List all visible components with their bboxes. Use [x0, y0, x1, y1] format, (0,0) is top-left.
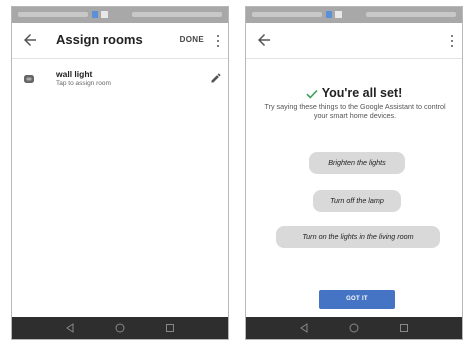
- status-bar-carrier: [252, 12, 322, 17]
- pencil-edit-icon[interactable]: [210, 72, 222, 84]
- notification-icon: [335, 11, 342, 18]
- notification-icon: [101, 11, 108, 18]
- arrow-left-icon[interactable]: [255, 31, 273, 49]
- device-subtitle: Tap to assign room: [56, 80, 111, 87]
- nav-home-icon[interactable]: [114, 322, 126, 334]
- light-device-icon: [24, 75, 34, 83]
- device-name: wall light: [56, 69, 93, 79]
- nav-recent-icon[interactable]: [164, 322, 176, 334]
- page: Assign rooms DONE wall light Tap to assi…: [0, 0, 474, 342]
- done-button[interactable]: DONE: [180, 35, 204, 44]
- nav-back-icon[interactable]: [298, 322, 310, 334]
- status-bar-system-icons: [366, 12, 456, 17]
- app-bar: [246, 23, 462, 59]
- nav-back-icon[interactable]: [64, 322, 76, 334]
- navigation-bar: [12, 317, 228, 339]
- got-it-button[interactable]: GOT IT: [319, 290, 395, 309]
- notification-icon: [92, 11, 98, 18]
- success-description: Try saying these things to the Google As…: [264, 102, 446, 120]
- app-bar: Assign rooms DONE: [12, 23, 228, 59]
- arrow-left-icon[interactable]: [21, 31, 39, 49]
- more-vert-icon[interactable]: [446, 32, 458, 50]
- page-title: Assign rooms: [56, 32, 143, 47]
- assign-rooms-screen: Assign rooms DONE wall light Tap to assi…: [11, 6, 229, 340]
- nav-recent-icon[interactable]: [398, 322, 410, 334]
- status-bar: [246, 7, 462, 23]
- status-bar: [12, 7, 228, 23]
- more-vert-icon[interactable]: [212, 32, 224, 50]
- list-item[interactable]: wall light Tap to assign room: [12, 65, 228, 95]
- suggestion-chip[interactable]: Brighten the lights: [309, 152, 405, 174]
- suggestion-chip[interactable]: Turn off the lamp: [313, 190, 401, 212]
- success-title: You're all set!: [321, 86, 403, 100]
- checkmark-icon: [306, 89, 318, 99]
- navigation-bar: [246, 317, 462, 339]
- nav-home-icon[interactable]: [348, 322, 360, 334]
- suggestion-chip[interactable]: Turn on the lights in the living room: [276, 226, 440, 248]
- success-heading: You're all set!: [246, 86, 462, 100]
- status-bar-system-icons: [132, 12, 222, 17]
- setup-complete-screen: You're all set! Try saying these things …: [245, 6, 463, 340]
- status-bar-carrier: [18, 12, 88, 17]
- notification-icon: [326, 11, 332, 18]
